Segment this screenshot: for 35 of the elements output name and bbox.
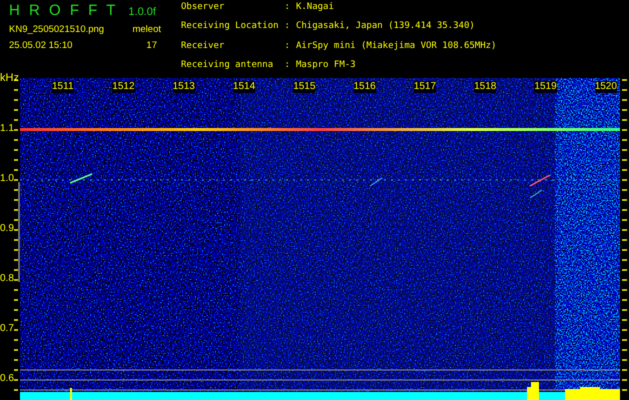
frequency-label: 1517 [414, 81, 436, 93]
info-label: Receiving antenna [181, 60, 274, 72]
frequency-label: 1516 [354, 81, 376, 93]
info-separator: : [284, 40, 290, 52]
info-value: K.Nagai [296, 2, 335, 14]
app-title: H R O F F T [9, 2, 116, 19]
frequency-label: 1511 [52, 81, 74, 93]
frequency-label: 1515 [293, 81, 316, 93]
frequency-label: 1518 [474, 81, 496, 93]
info-label: Observer [181, 2, 226, 14]
y-tick-label: 1.1 [0, 123, 14, 135]
frequency-label: 1512 [112, 81, 135, 93]
info-label: Receiver [181, 40, 226, 52]
file-name: KN9_2505021510.png [9, 24, 104, 35]
y-tick-label: 0.7 [0, 323, 14, 335]
frequency-label: 1520 [594, 81, 617, 93]
info-value: Chigasaki, Japan (139.414 35.340) [296, 21, 476, 34]
count-value: 17 [146, 40, 158, 51]
frequency-label: 1519 [534, 81, 557, 93]
date-time: 25.05.02 15:10 [9, 40, 72, 51]
y-tick-label: 0.9 [0, 223, 14, 235]
info-separator: : [284, 2, 290, 14]
y-tick-label: 1.0 [0, 173, 14, 185]
unit-label: kHz [0, 72, 19, 84]
frequency-label: 1513 [172, 81, 195, 93]
info-value: AirSpy mini (Miakejima VOR 108.65MHz) [296, 40, 496, 52]
info-value: Maspro FM-3 [296, 60, 357, 72]
y-tick-label: 0.8 [0, 273, 14, 285]
count-label: meleot [132, 24, 161, 35]
info-separator: : [284, 21, 290, 34]
info-label: Receiving Location [181, 21, 279, 34]
y-tick-label: 0.6 [0, 373, 14, 385]
frequency-label: 1514 [232, 81, 256, 93]
version-label: 1.0.0f [128, 6, 156, 18]
info-separator: : [284, 60, 290, 72]
